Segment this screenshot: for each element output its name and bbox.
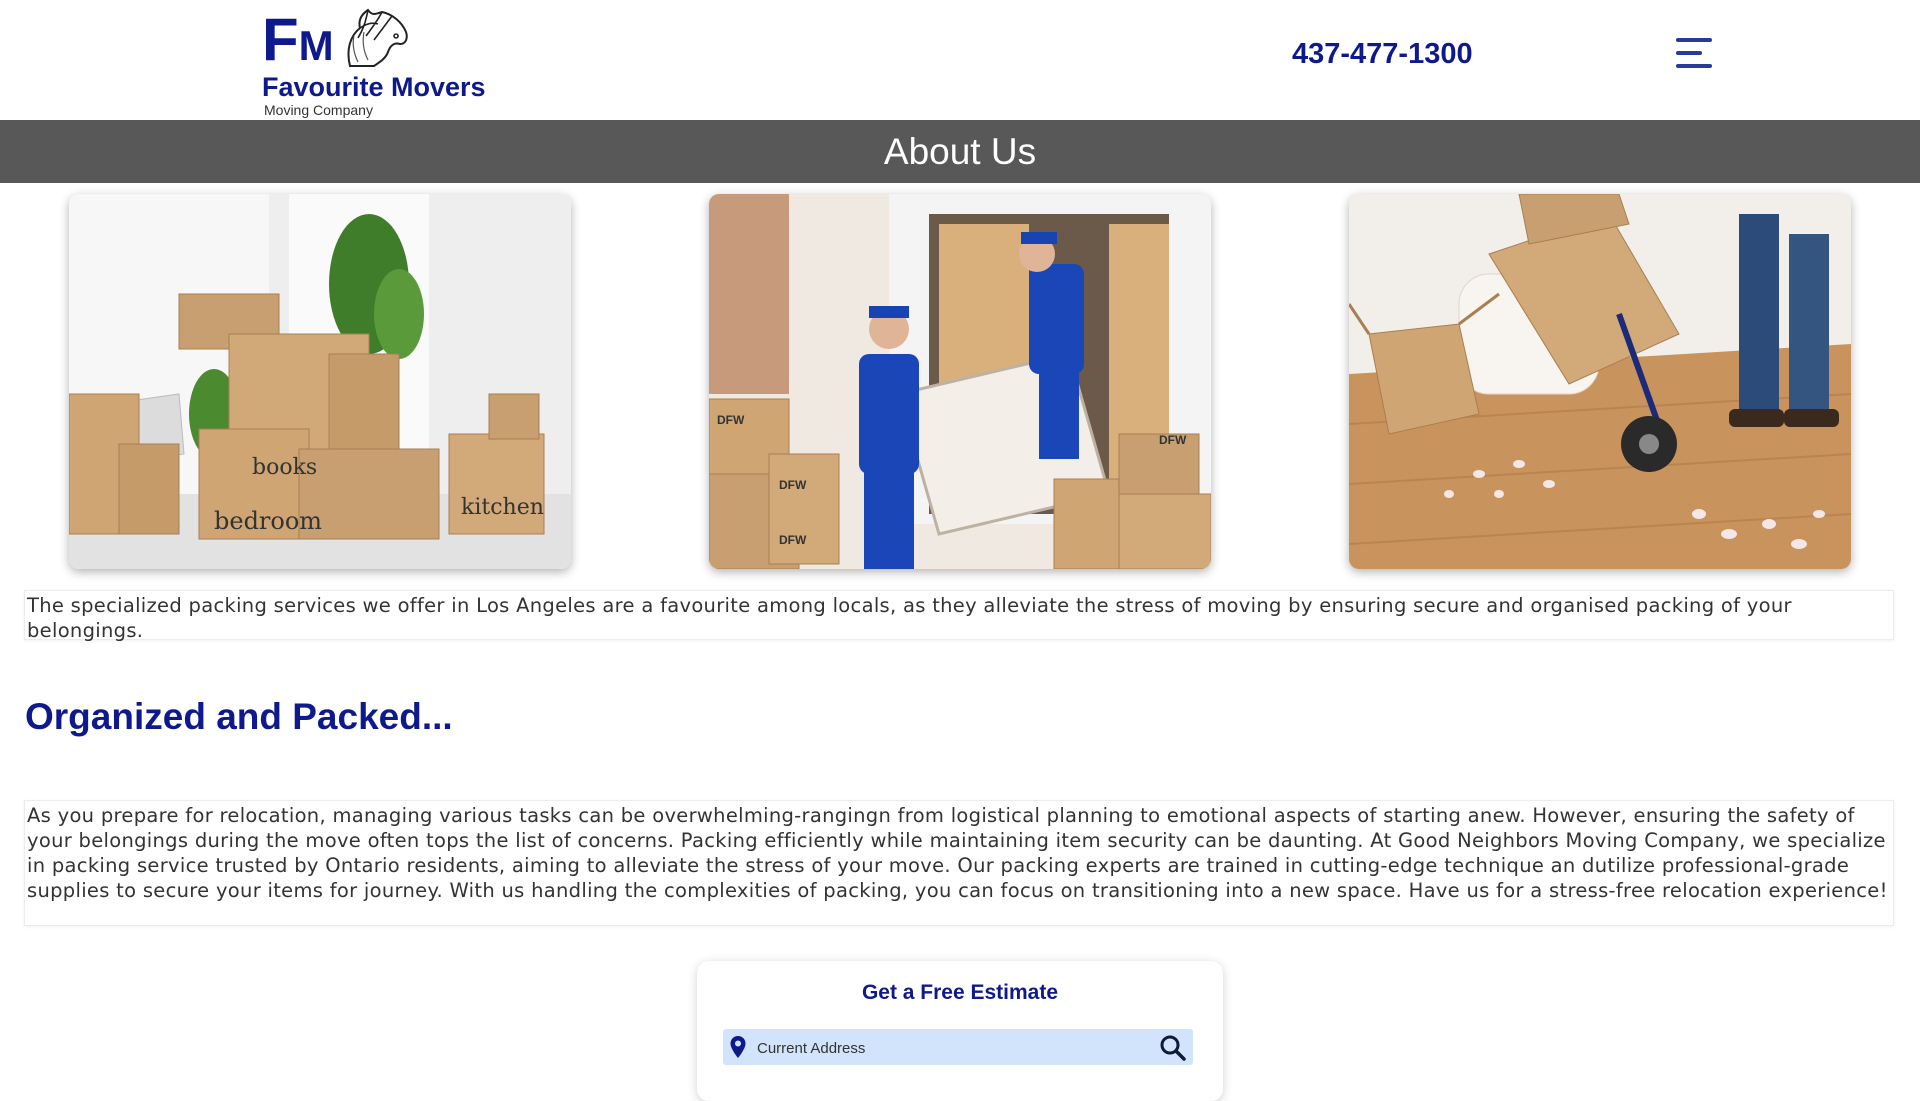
site-header: FM Favourite Movers Moving Company 437-4… [0, 0, 1920, 120]
page-title: About Us [883, 131, 1037, 172]
box-label-kitchen: kitchen [461, 495, 544, 520]
box-label-bedroom: bedroom [214, 507, 322, 535]
box-label-dfw-3: DFW [779, 533, 807, 547]
box-label-dfw-2: DFW [779, 478, 807, 492]
logo-tagline: Moving Company [264, 102, 373, 118]
box-label-dfw-4: DFW [1159, 433, 1187, 447]
phone-link[interactable]: 437-477-1300 [1292, 38, 1473, 71]
company-logo[interactable]: FM Favourite Movers Moving Company [262, 6, 502, 118]
logo-company-name: Favourite Movers [262, 72, 486, 102]
page-banner: About Us [0, 120, 1920, 183]
movers-loading-van-photo: DFW DFW DFW DFW [709, 194, 1211, 569]
free-estimate-form: Get a Free Estimate [697, 961, 1223, 1101]
horse-head-icon [347, 8, 408, 67]
packed-boxes-room-photo: books bedroom kitchen [69, 194, 571, 569]
location-pin-icon [730, 1036, 746, 1058]
address-search-bar [723, 1029, 1193, 1067]
section-title: Organized and Packed... [25, 696, 453, 737]
hand-truck-boxes-photo [1349, 194, 1851, 569]
search-icon[interactable] [1159, 1034, 1187, 1062]
logo-monogram: FM [262, 6, 334, 73]
box-label-books: books [252, 455, 317, 480]
section-body-text: As you prepare for relocation, managing … [24, 800, 1894, 926]
box-label-dfw-1: DFW [717, 413, 745, 427]
intro-text: The specialized packing services we offe… [24, 590, 1894, 642]
estimate-title: Get a Free Estimate [861, 981, 1059, 1004]
hamburger-menu-icon[interactable] [1676, 36, 1716, 70]
current-address-input[interactable] [755, 1029, 1159, 1067]
